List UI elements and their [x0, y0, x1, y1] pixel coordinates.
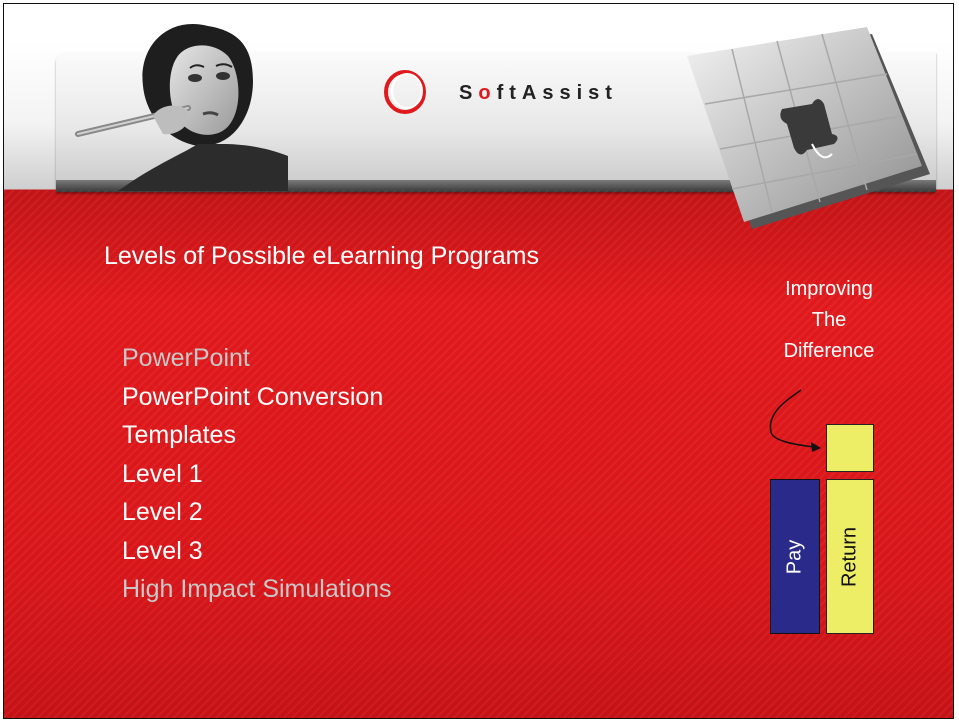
list-item: PowerPoint Conversion — [122, 382, 384, 411]
list-item: Level 1 — [122, 459, 203, 488]
pay-label: Pay — [783, 539, 806, 574]
return-bar: Return — [826, 479, 874, 634]
softassist-logo-ring-icon — [384, 70, 426, 114]
list-item: Level 3 — [122, 536, 203, 565]
list-item: PowerPoint — [122, 344, 250, 372]
softassist-logo-text: SoftAssist — [459, 82, 618, 104]
improving-difference-caption: Improving The Difference — [754, 274, 904, 367]
list-item: High Impact Simulations — [122, 575, 392, 603]
program-levels-list: PowerPoint PowerPoint Conversion Templat… — [122, 339, 392, 609]
return-label: Return — [838, 526, 861, 587]
caption-line: Improving — [785, 278, 873, 300]
return-increase-block — [826, 424, 874, 472]
pay-bar: Pay — [770, 479, 820, 634]
list-item: Templates — [122, 421, 236, 449]
slide: SoftAssist Levels of Possible eLearning … — [3, 3, 954, 719]
woman-thinking-photo — [75, 24, 288, 191]
puzzle-missing-piece-image — [687, 27, 930, 229]
list-item: Level 2 — [122, 498, 203, 526]
caption-line: The — [811, 309, 847, 331]
caption-line: Difference — [783, 340, 875, 362]
slide-heading: Levels of Possible eLearning Programs — [104, 242, 539, 270]
